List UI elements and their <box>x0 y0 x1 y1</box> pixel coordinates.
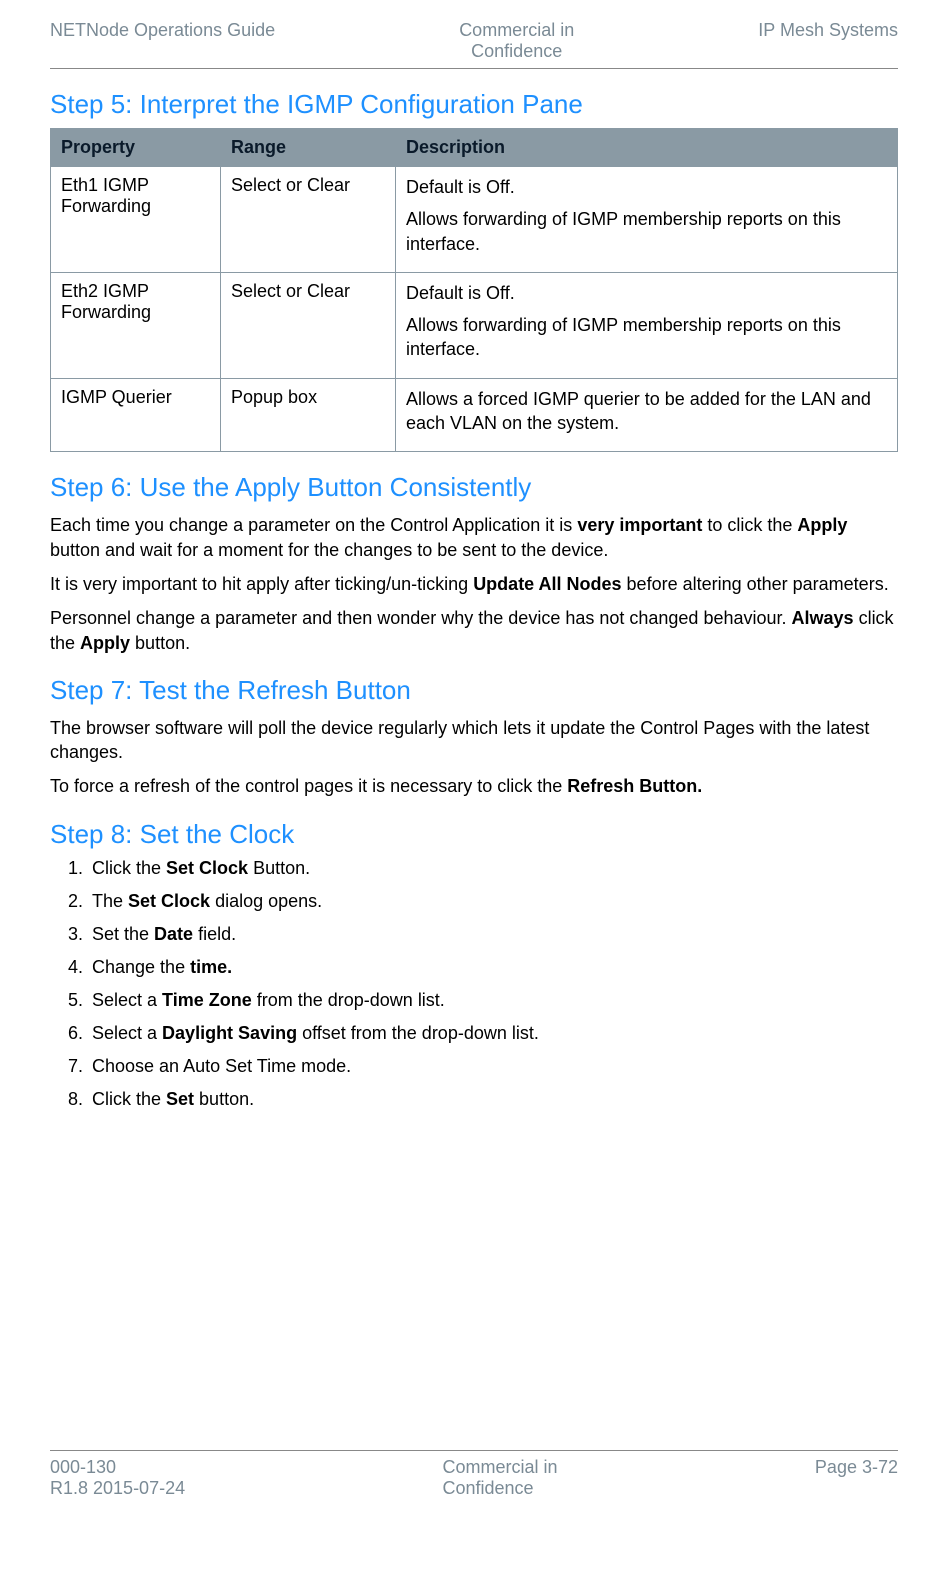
cell-range: Select or Clear <box>221 167 396 273</box>
header-center-line2: Confidence <box>471 41 562 61</box>
desc-line: Allows forwarding of IGMP membership rep… <box>406 313 887 362</box>
cell-description: Allows a forced IGMP querier to be added… <box>396 378 898 452</box>
header-right: IP Mesh Systems <box>758 20 898 62</box>
text: Choose an Auto Set Time mode. <box>92 1056 351 1076</box>
text: button. <box>130 633 190 653</box>
text: To force a refresh of the control pages … <box>50 776 567 796</box>
footer-center-line2: Confidence <box>443 1478 534 1498</box>
header-left: NETNode Operations Guide <box>50 20 275 62</box>
footer-center-line1: Commercial in <box>443 1457 558 1477</box>
text: to click the <box>702 515 797 535</box>
footer-left-line2: R1.8 2015-07-24 <box>50 1478 185 1498</box>
cell-property: Eth2 IGMP Forwarding <box>51 272 221 378</box>
step5-heading: Step 5: Interpret the IGMP Configuration… <box>50 89 898 120</box>
desc-line: Default is Off. <box>406 281 887 305</box>
footer-right: Page 3-72 <box>815 1457 898 1499</box>
footer-left: 000-130 R1.8 2015-07-24 <box>50 1457 185 1499</box>
list-item: The Set Clock dialog opens. <box>88 891 898 912</box>
text: Click the <box>92 858 166 878</box>
text: Personnel change a parameter and then wo… <box>50 608 792 628</box>
table-row: Eth2 IGMP Forwarding Select or Clear Def… <box>51 272 898 378</box>
text: The <box>92 891 128 911</box>
desc-line: Default is Off. <box>406 175 887 199</box>
footer-left-line1: 000-130 <box>50 1457 116 1477</box>
list-item: Click the Set Clock Button. <box>88 858 898 879</box>
bold-text: Update All Nodes <box>473 574 621 594</box>
text: button and wait for a moment for the cha… <box>50 540 608 560</box>
col-description: Description <box>396 129 898 167</box>
list-item: Set the Date field. <box>88 924 898 945</box>
footer-center: Commercial in Confidence <box>443 1457 558 1499</box>
step6-heading: Step 6: Use the Apply Button Consistentl… <box>50 472 898 503</box>
table-row: Eth1 IGMP Forwarding Select or Clear Def… <box>51 167 898 273</box>
step6-paragraph-1: Each time you change a parameter on the … <box>50 513 898 562</box>
bold-text: time. <box>190 957 232 977</box>
page-header: NETNode Operations Guide Commercial in C… <box>50 20 898 62</box>
text: Change the <box>92 957 190 977</box>
text: before altering other parameters. <box>622 574 889 594</box>
step6-paragraph-2: It is very important to hit apply after … <box>50 572 898 596</box>
text: Select a <box>92 1023 162 1043</box>
list-item: Select a Time Zone from the drop-down li… <box>88 990 898 1011</box>
text: dialog opens. <box>210 891 322 911</box>
step8-heading: Step 8: Set the Clock <box>50 819 898 850</box>
cell-description: Default is Off. Allows forwarding of IGM… <box>396 272 898 378</box>
desc-line: Allows forwarding of IGMP membership rep… <box>406 207 887 256</box>
cell-property: IGMP Querier <box>51 378 221 452</box>
text: It is very important to hit apply after … <box>50 574 473 594</box>
text: Set the <box>92 924 154 944</box>
text: Each time you change a parameter on the … <box>50 515 577 535</box>
footer-rule <box>50 1450 898 1451</box>
text: field. <box>193 924 236 944</box>
bold-text: Daylight Saving <box>162 1023 297 1043</box>
bold-text: Date <box>154 924 193 944</box>
header-rule <box>50 68 898 69</box>
table-row: IGMP Querier Popup box Allows a forced I… <box>51 378 898 452</box>
header-center-line1: Commercial in <box>459 20 574 40</box>
bold-text: Apply <box>797 515 847 535</box>
bold-text: Apply <box>80 633 130 653</box>
text: button. <box>194 1089 254 1109</box>
step8-list: Click the Set Clock Button. The Set Cloc… <box>50 858 898 1110</box>
table-header-row: Property Range Description <box>51 129 898 167</box>
col-property: Property <box>51 129 221 167</box>
list-item: Click the Set button. <box>88 1089 898 1110</box>
text: offset from the drop-down list. <box>297 1023 539 1043</box>
text: from the drop-down list. <box>252 990 445 1010</box>
list-item: Choose an Auto Set Time mode. <box>88 1056 898 1077</box>
bold-text: Time Zone <box>162 990 252 1010</box>
text: Button. <box>248 858 310 878</box>
step7-heading: Step 7: Test the Refresh Button <box>50 675 898 706</box>
cell-range: Popup box <box>221 378 396 452</box>
cell-property: Eth1 IGMP Forwarding <box>51 167 221 273</box>
text: Select a <box>92 990 162 1010</box>
bold-text: very important <box>577 515 702 535</box>
list-item: Change the time. <box>88 957 898 978</box>
bold-text: Always <box>792 608 854 628</box>
desc-line: Allows a forced IGMP querier to be added… <box>406 387 887 436</box>
bold-text: Set <box>166 1089 194 1109</box>
bold-text: Set Clock <box>166 858 248 878</box>
step7-paragraph-2: To force a refresh of the control pages … <box>50 774 898 798</box>
bold-text: Set Clock <box>128 891 210 911</box>
header-center: Commercial in Confidence <box>459 20 574 62</box>
text: Click the <box>92 1089 166 1109</box>
igmp-config-table: Property Range Description Eth1 IGMP For… <box>50 128 898 452</box>
bold-text: Refresh Button. <box>567 776 702 796</box>
cell-description: Default is Off. Allows forwarding of IGM… <box>396 167 898 273</box>
cell-range: Select or Clear <box>221 272 396 378</box>
col-range: Range <box>221 129 396 167</box>
step6-paragraph-3: Personnel change a parameter and then wo… <box>50 606 898 655</box>
page-footer: 000-130 R1.8 2015-07-24 Commercial in Co… <box>50 1457 898 1499</box>
list-item: Select a Daylight Saving offset from the… <box>88 1023 898 1044</box>
step7-paragraph-1: The browser software will poll the devic… <box>50 716 898 765</box>
